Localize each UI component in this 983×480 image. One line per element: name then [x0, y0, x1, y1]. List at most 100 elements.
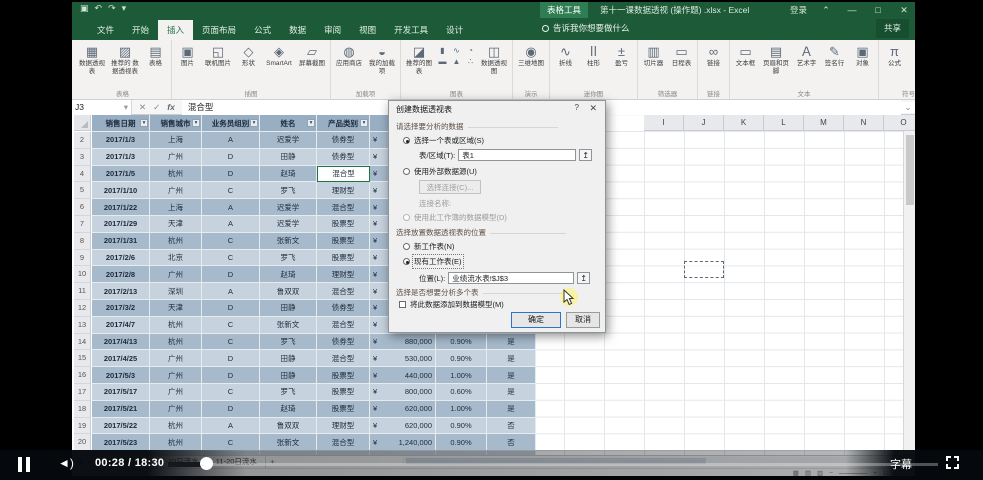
ribbon-button-recommended-pivot-tables[interactable]: ▨推荐的 数据透视表 — [109, 42, 141, 75]
cell-r4-name[interactable]: 赵琦 — [260, 166, 317, 183]
row-header-4[interactable]: 4 — [74, 166, 91, 183]
cell-r8-cat[interactable]: 股票型 — [317, 233, 370, 250]
ribbon-tab-view[interactable]: 视图 — [350, 20, 385, 40]
cell-r12-date[interactable]: 2017/3/2 — [92, 300, 150, 317]
cell-r8-date[interactable]: 2017/1/31 — [92, 233, 150, 250]
ribbon-button-my-add-ins[interactable]: ◒我的加载项 — [366, 42, 398, 75]
cell-r8-name[interactable]: 张新文 — [260, 233, 317, 250]
ok-button[interactable]: 确定 — [511, 312, 561, 328]
table-range-input[interactable]: 表1 — [458, 149, 576, 161]
row-header-8[interactable]: 8 — [74, 233, 91, 250]
cell-r14-name[interactable]: 罗飞 — [260, 334, 317, 351]
cell-r20-flag[interactable]: 否 — [487, 434, 536, 451]
range-select-icon[interactable]: ↥ — [579, 149, 592, 161]
column-header-M[interactable]: M — [804, 115, 844, 131]
cell-r2-cat[interactable]: 债券型 — [317, 132, 370, 149]
cell-r3-cat[interactable]: 债券型 — [317, 149, 370, 166]
cell-r17-cat[interactable]: 股票型 — [317, 384, 370, 401]
cell-r9-cat[interactable]: 股票型 — [317, 250, 370, 267]
redo-icon[interactable]: ↷ — [108, 3, 116, 14]
ribbon-tab-data[interactable]: 数据 — [280, 20, 315, 40]
name-box[interactable]: J3 ▾ — [72, 100, 132, 115]
cell-r12-cat[interactable]: 债券型 — [317, 300, 370, 317]
formula-bar-expand-icon[interactable]: ⌄ — [901, 102, 915, 113]
cell-r13-city[interactable]: 杭州 — [150, 317, 202, 334]
cell-r6-city[interactable]: 上海 — [150, 199, 202, 216]
radio-existing-worksheet[interactable]: 现有工作表(E) — [403, 256, 462, 267]
pie-chart-icon[interactable]: ◔ — [464, 46, 477, 56]
cancel-entry-icon[interactable]: ✕ — [139, 102, 146, 113]
cell-r6-group[interactable]: A — [202, 199, 260, 216]
row-header-14[interactable]: 14 — [74, 334, 91, 351]
column-header-O[interactable]: O — [884, 115, 915, 131]
cell-r3-date[interactable]: 2017/1/3 — [92, 149, 150, 166]
cell-r8-group[interactable]: C — [202, 233, 260, 250]
cell-r20-amt[interactable]: ¥1,240,000 — [370, 434, 436, 451]
row-header-17[interactable]: 17 — [74, 384, 91, 401]
volume-icon[interactable]: ◄) — [58, 456, 74, 470]
cell-r7-date[interactable]: 2017/1/29 — [92, 216, 150, 233]
progress-thumb[interactable] — [200, 457, 213, 470]
cell-r18-cat[interactable]: 股票型 — [317, 401, 370, 418]
cell-r16-pct[interactable]: 1.00% — [436, 367, 487, 384]
cell-r3-name[interactable]: 田静 — [260, 149, 317, 166]
cell-r20-date[interactable]: 2017/5/23 — [92, 434, 150, 451]
select-all-corner[interactable] — [74, 115, 91, 131]
ribbon-button-header-footer[interactable]: ▤页眉和页脚 — [760, 42, 792, 75]
cell-r13-date[interactable]: 2017/4/7 — [92, 317, 150, 334]
bar-chart-icon[interactable]: ▬ — [436, 57, 449, 67]
filter-dropdown-icon[interactable]: ▾ — [140, 119, 148, 127]
ribbon-button-sparkline-line[interactable]: ∿折线 — [552, 42, 579, 68]
cell-r5-cat[interactable]: 理财型 — [317, 182, 370, 199]
cell-r14-cat[interactable]: 债券型 — [317, 334, 370, 351]
ribbon-button-recommended-charts[interactable]: ◪推荐的图表 — [403, 42, 435, 75]
filter-dropdown-icon[interactable]: ▾ — [307, 119, 315, 127]
cell-r12-name[interactable]: 田静 — [260, 300, 317, 317]
column-header-N[interactable]: N — [844, 115, 884, 131]
ribbon-button-sparkline-column[interactable]: ⅼⅼ柱形 — [580, 42, 607, 68]
cell-r14-amt[interactable]: ¥880,000 — [370, 334, 436, 351]
radio-external-source[interactable]: 使用外部数据源(U) — [403, 166, 477, 177]
radio-new-worksheet[interactable]: 新工作表(N) — [403, 241, 454, 252]
cell-r15-group[interactable]: D — [202, 350, 260, 367]
row-header-2[interactable]: 2 — [74, 132, 91, 149]
row-header-19[interactable]: 19 — [74, 418, 91, 435]
cell-r12-group[interactable]: D — [202, 300, 260, 317]
area-chart-icon[interactable]: ▲ — [450, 57, 463, 67]
ribbon-tab-page-layout[interactable]: 页面布局 — [193, 20, 245, 40]
cell-r16-city[interactable]: 广州 — [150, 367, 202, 384]
cell-r14-city[interactable]: 杭州 — [150, 334, 202, 351]
column-header-J[interactable]: J — [684, 115, 724, 131]
column-chart-icon[interactable]: ▮ — [436, 46, 449, 56]
row-header-16[interactable]: 16 — [74, 367, 91, 384]
ribbon-button-equation[interactable]: π公式 — [881, 42, 908, 68]
ribbon-button-screenshot[interactable]: ▱屏幕截图 — [296, 42, 328, 68]
cell-r18-flag[interactable]: 是 — [487, 401, 536, 418]
filter-dropdown-icon[interactable]: ▾ — [192, 119, 200, 127]
cell-r9-name[interactable]: 罗飞 — [260, 250, 317, 267]
ribbon-button-text-box[interactable]: ▭文本框 — [732, 42, 759, 68]
cell-r6-name[interactable]: 迟爱学 — [260, 199, 317, 216]
ribbon-tab-file[interactable]: 文件 — [88, 20, 123, 40]
ribbon-button-sparkline-winloss[interactable]: ±盈亏 — [608, 42, 635, 68]
ribbon-button-pivot-chart[interactable]: ◫数据透视图 — [478, 42, 510, 75]
cell-r19-pct[interactable]: 0.90% — [436, 418, 487, 435]
cell-r6-date[interactable]: 2017/1/22 — [92, 199, 150, 216]
cell-r14-date[interactable]: 2017/4/13 — [92, 334, 150, 351]
ribbon-button-table[interactable]: ▤表格 — [142, 42, 169, 68]
subtitles-button[interactable]: 字幕 — [890, 456, 912, 472]
cell-r15-pct[interactable]: 0.90% — [436, 350, 487, 367]
cell-r17-amt[interactable]: ¥800,000 — [370, 384, 436, 401]
cell-r19-cat[interactable]: 理财型 — [317, 418, 370, 435]
cell-r13-cat[interactable]: 混合型 — [317, 317, 370, 334]
cell-r7-cat[interactable]: 股票型 — [317, 216, 370, 233]
table-header-5[interactable]: 产品类别▾ — [317, 115, 370, 132]
cell-r10-city[interactable]: 广州 — [150, 266, 202, 283]
sign-in-button[interactable]: 登录 — [790, 4, 807, 16]
cell-r20-city[interactable]: 杭州 — [150, 434, 202, 451]
qat-dropdown-icon[interactable]: ▾ — [122, 3, 127, 14]
cell-r15-amt[interactable]: ¥530,000 — [370, 350, 436, 367]
cell-r18-date[interactable]: 2017/5/21 — [92, 401, 150, 418]
row-header-5[interactable]: 5 — [74, 182, 91, 199]
cell-r17-name[interactable]: 罗飞 — [260, 384, 317, 401]
